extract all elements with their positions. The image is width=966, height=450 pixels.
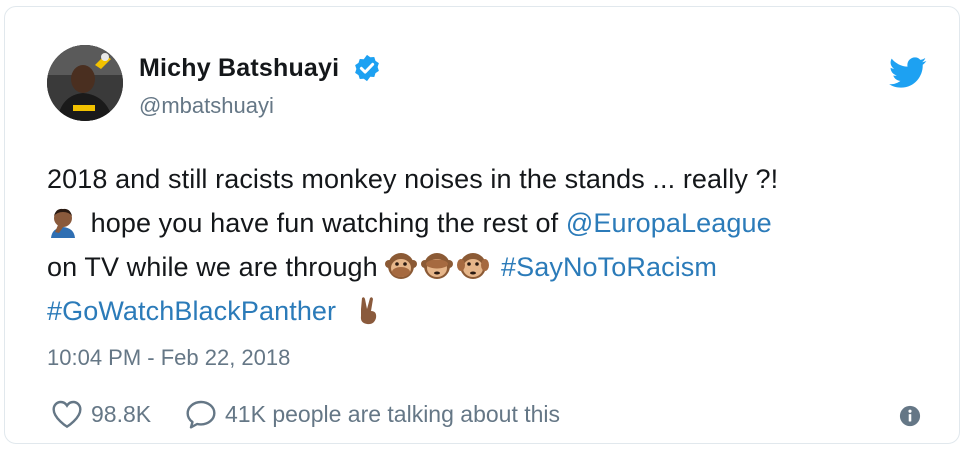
info-icon[interactable] [899, 405, 921, 427]
timestamp[interactable]: 10:04 PM - Feb 22, 2018 [47, 345, 290, 371]
tweet-text-line-4: #GoWatchBlackPanther [47, 289, 927, 333]
hear-no-evil-monkey-emoji [457, 253, 490, 279]
verified-badge-icon [354, 54, 379, 82]
like-count: 98.8K [91, 400, 152, 427]
tweet-text-line-2-text: hope you have fun watching the rest of [90, 208, 559, 238]
tweet-actions: 98.8K 41K people are talking about this [51, 399, 931, 435]
avatar[interactable] [47, 45, 123, 121]
like-button[interactable]: 98.8K [51, 399, 151, 429]
talking-count: 41K people are talking about this [225, 400, 561, 427]
reply-button[interactable]: 41K people are talking about this [185, 399, 560, 429]
tweet-header: Michy Batshuayi @mbatshuayi [47, 45, 927, 125]
tweet-text-line-2: hope you have fun watching the rest of @… [47, 201, 927, 245]
twitter-bird-icon[interactable] [889, 57, 927, 89]
victory-hand-emoji [360, 297, 376, 325]
handle[interactable]: @mbatshuayi [139, 93, 382, 119]
tweet-text: 2018 and still racists monkey noises in … [47, 157, 927, 333]
display-name[interactable]: Michy Batshuayi [139, 54, 339, 83]
author-names: Michy Batshuayi @mbatshuayi [139, 53, 382, 119]
speak-no-evil-monkey-emoji [385, 253, 418, 279]
man-facepalming-emoji [51, 208, 75, 238]
tweet-text-line-1: 2018 and still racists monkey noises in … [47, 164, 779, 194]
tweet-card[interactable]: Michy Batshuayi @mbatshuayi 2018 and sti… [4, 6, 960, 444]
mention-europaleague[interactable]: @EuropaLeague [566, 208, 772, 238]
speech-bubble-icon [186, 400, 216, 429]
tweet-text-line-3-text: on TV while we are through [47, 252, 378, 282]
tweet-text-line-3: on TV while we are through #SayNoToRacis… [47, 245, 927, 289]
hashtag-gowatchblackpanther[interactable]: #GoWatchBlackPanther [47, 296, 336, 326]
see-no-evil-monkey-emoji [421, 253, 454, 279]
heart-icon [52, 400, 82, 429]
hashtag-saynotoracism[interactable]: #SayNoToRacism [501, 252, 717, 282]
